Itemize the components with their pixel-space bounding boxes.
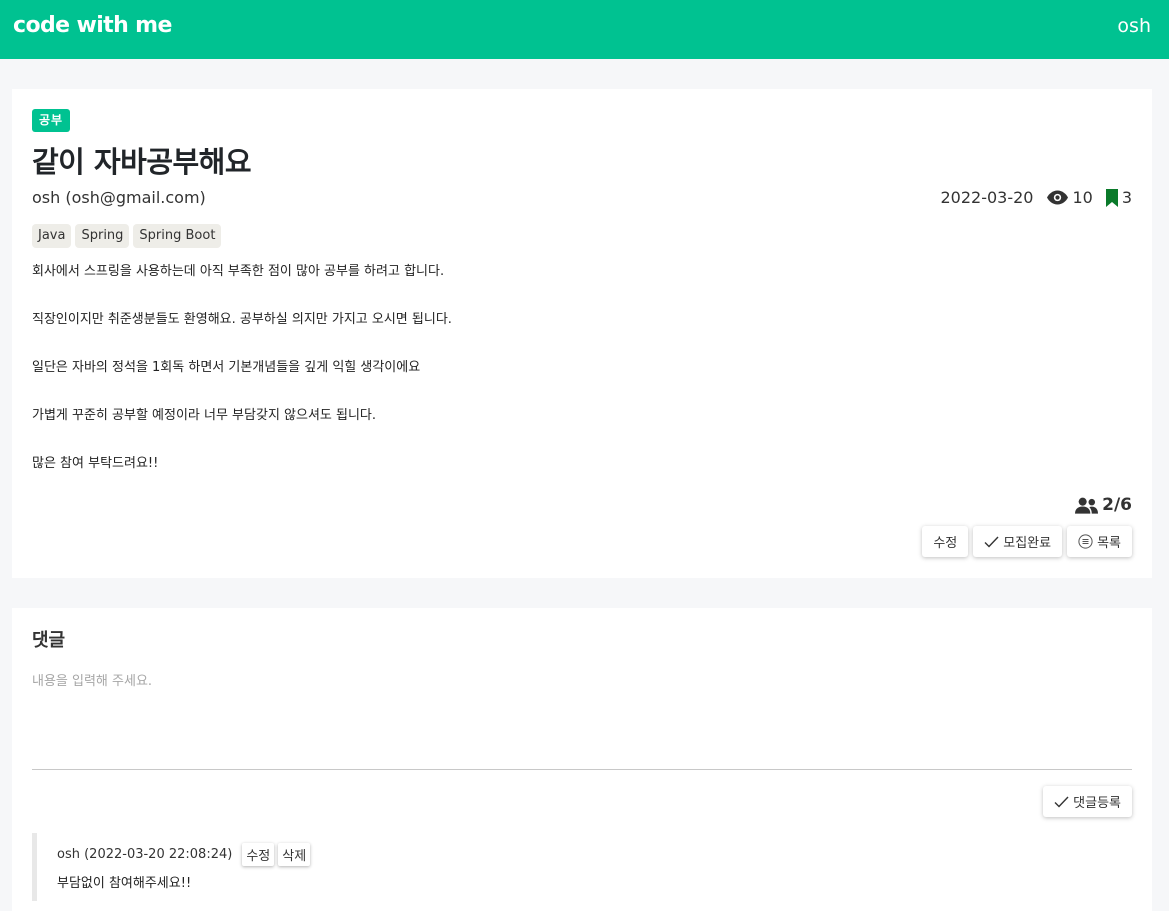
bookmark-count[interactable]: 3 [1105, 188, 1132, 207]
check-icon [984, 536, 999, 548]
comment-input[interactable] [32, 668, 1132, 770]
post-meta: 2022-03-20 10 3 [940, 188, 1132, 207]
tag-spring-boot[interactable]: Spring Boot [133, 224, 222, 248]
member-count: 2/6 [1075, 495, 1132, 515]
list-button-label: 목록 [1097, 536, 1121, 551]
post-paragraph: 회사에서 스프링을 사용하는데 아직 부족한 점이 많아 공부를 하려고 합니다… [32, 264, 445, 279]
close-recruitment-button[interactable]: 모집완료 [973, 526, 1063, 557]
bookmark-count-value: 3 [1121, 188, 1132, 207]
comment-item: osh (2022-03-20 22:08:24) 수정 삭제 부담없이 참여해… [32, 833, 1132, 901]
brand-logo[interactable]: code with me [13, 13, 172, 38]
post-date: 2022-03-20 [940, 188, 1034, 207]
check-icon [1054, 796, 1069, 808]
comments-title: 댓글 [32, 630, 66, 651]
post-card: 공부 같이 자바공부해요 osh (osh@gmail.com) 2022-03… [12, 89, 1152, 578]
eye-icon [1047, 190, 1069, 205]
post-paragraph: 많은 참여 부탁드려요!! [32, 456, 159, 471]
tag-java[interactable]: Java [32, 224, 72, 248]
post-title: 같이 자바공부해요 [32, 145, 252, 179]
category-badge: 공부 [32, 109, 71, 132]
bookmark-icon[interactable] [1105, 188, 1119, 207]
comment-text: 부담없이 참여해주세요!! [57, 876, 192, 891]
list-button[interactable]: 목록 [1067, 526, 1132, 557]
member-count-value: 2/6 [1102, 495, 1132, 515]
edit-button[interactable]: 수정 [922, 526, 969, 557]
tag-list: Java Spring Spring Boot [32, 224, 225, 248]
post-content: 회사에서 스프링을 사용하는데 아직 부족한 점이 많아 공부를 하려고 합니다… [32, 264, 1112, 504]
post-paragraph: 일단은 자바의 정석을 1회독 하면서 기본개념들을 깊게 익힐 생각이에요 [32, 360, 421, 375]
post-paragraph: 가볍게 꾸준히 공부할 예정이라 너무 부담갖지 않으셔도 됩니다. [32, 408, 377, 423]
post-author: osh (osh@gmail.com) [32, 188, 206, 207]
view-count-value: 10 [1072, 188, 1093, 207]
comment-meta: osh (2022-03-20 22:08:24) [57, 847, 233, 862]
comment-edit-button[interactable]: 수정 [242, 843, 275, 866]
comment-delete-button[interactable]: 삭제 [278, 843, 311, 866]
edit-button-label: 수정 [933, 536, 958, 551]
comments-card: 댓글 댓글등록 osh (2022-03-20 22:08:24) 수정 삭제 … [12, 608, 1152, 911]
post-paragraph: 직장인이지만 취준생분들도 환영해요. 공부하실 의지만 가지고 오시면 됩니다… [32, 312, 452, 327]
close-recruitment-label: 모집완료 [1003, 536, 1052, 551]
view-count: 10 [1047, 188, 1093, 207]
comment-submit-button[interactable]: 댓글등록 [1043, 786, 1132, 817]
comment-submit-wrap: 댓글등록 [1038, 786, 1132, 817]
post-actions: 수정 모집완료 목록 [917, 526, 1132, 557]
user-menu[interactable]: osh [1117, 15, 1151, 37]
users-icon [1075, 497, 1099, 514]
tag-spring[interactable]: Spring [75, 224, 130, 248]
comment-submit-label: 댓글등록 [1073, 796, 1121, 811]
comment-header: osh (2022-03-20 22:08:24) 수정 삭제 [57, 843, 1132, 866]
list-icon [1078, 534, 1093, 549]
top-navbar: code with me osh [0, 0, 1169, 59]
